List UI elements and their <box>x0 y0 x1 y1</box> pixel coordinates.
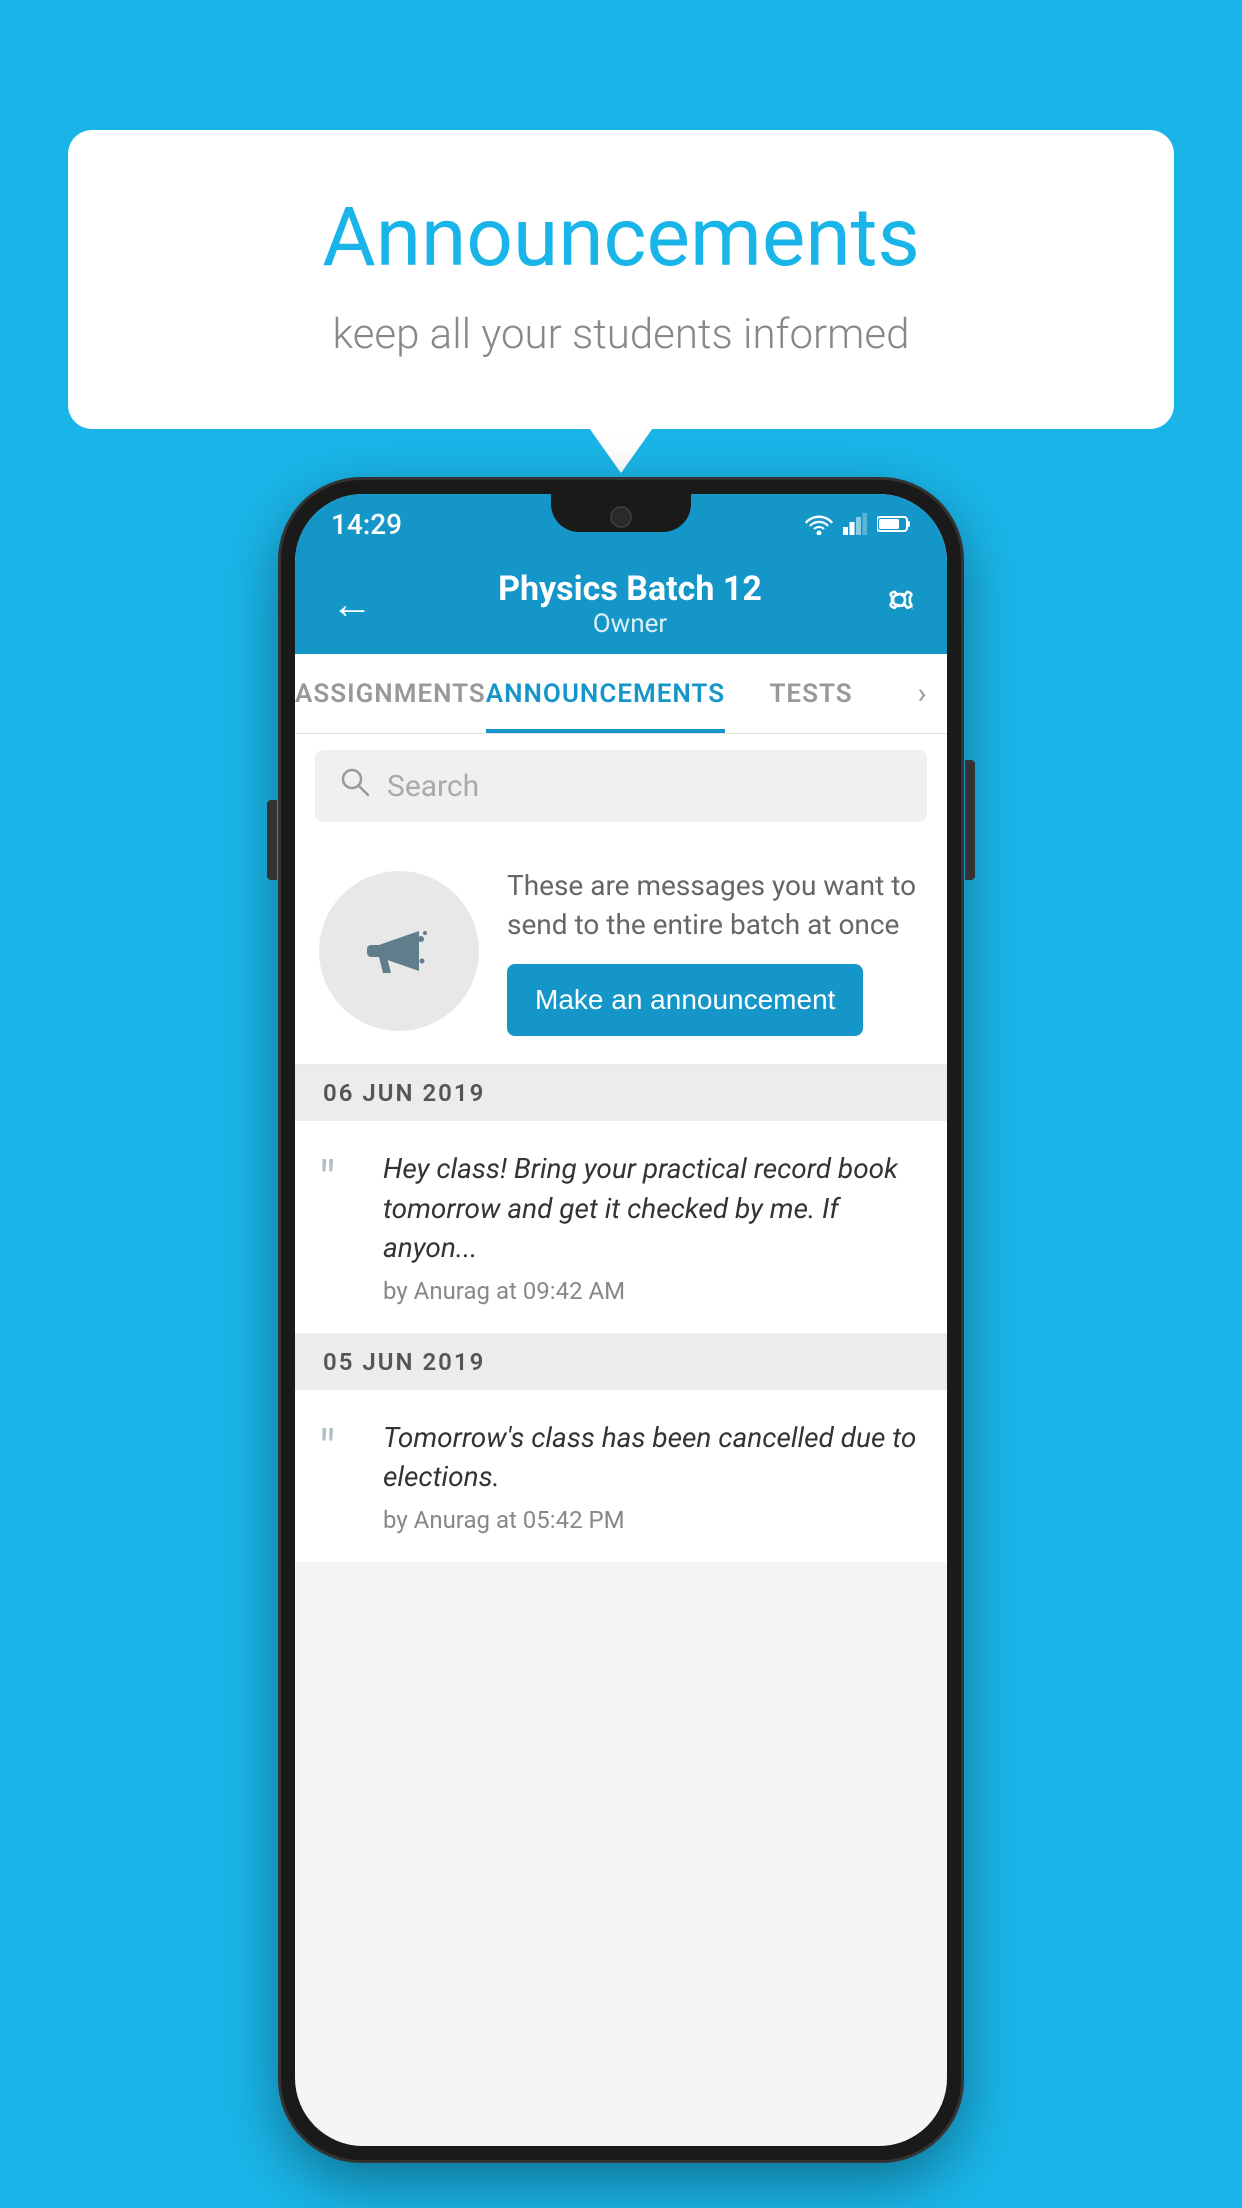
settings-button[interactable] <box>879 580 919 629</box>
app-bar: ← Physics Batch 12 Owner <box>295 554 947 654</box>
announcement-icon-circle <box>319 871 479 1031</box>
quote-icon-1: " <box>319 1149 363 1207</box>
announcement-text-1: Hey class! Bring your practical record b… <box>383 1149 923 1305</box>
phone-side-button <box>965 760 975 880</box>
gear-icon <box>879 580 919 620</box>
phone-screen: 14:29 <box>295 494 947 2146</box>
tab-assignments[interactable]: ASSIGNMENTS <box>295 654 486 733</box>
tab-announcements[interactable]: ANNOUNCEMENTS <box>486 654 725 733</box>
app-bar-title: Physics Batch 12 <box>381 569 879 609</box>
notch <box>551 494 691 532</box>
announcement-prompt: These are messages you want to send to t… <box>295 838 947 1065</box>
search-bar[interactable]: Search <box>315 750 927 822</box>
date-separator-1: 06 JUN 2019 <box>295 1065 947 1121</box>
battery-icon <box>877 515 911 533</box>
announcement-meta-1: by Anurag at 09:42 AM <box>383 1277 923 1305</box>
megaphone-icon <box>359 911 439 991</box>
signal-icon <box>843 513 867 535</box>
announcement-message-1: Hey class! Bring your practical record b… <box>383 1149 923 1267</box>
status-bar: 14:29 <box>295 494 947 554</box>
phone: 14:29 <box>281 480 961 2160</box>
announcement-item-1[interactable]: " Hey class! Bring your practical record… <box>295 1121 947 1334</box>
search-icon-svg <box>339 766 371 798</box>
tab-more[interactable]: › <box>897 676 947 711</box>
search-icon <box>339 766 371 806</box>
status-time: 14:29 <box>331 508 402 541</box>
status-icons <box>805 513 911 535</box>
speech-bubble-title: Announcements <box>148 190 1094 286</box>
speech-bubble-section: Announcements keep all your students inf… <box>68 130 1174 429</box>
app-bar-title-section: Physics Batch 12 Owner <box>381 569 879 639</box>
speech-bubble-subtitle: keep all your students informed <box>148 310 1094 359</box>
announcement-meta-2: by Anurag at 05:42 PM <box>383 1506 923 1534</box>
speech-bubble: Announcements keep all your students inf… <box>68 130 1174 429</box>
announcement-item-2[interactable]: " Tomorrow's class has been cancelled du… <box>295 1390 947 1562</box>
quote-icon-2: " <box>319 1418 363 1476</box>
phone-frame: 14:29 <box>281 480 961 2160</box>
search-placeholder: Search <box>387 769 479 804</box>
announcement-message-2: Tomorrow's class has been cancelled due … <box>383 1418 923 1496</box>
tab-tests[interactable]: TESTS <box>725 654 897 733</box>
wifi-icon <box>805 513 833 535</box>
tabs: ASSIGNMENTS ANNOUNCEMENTS TESTS › <box>295 654 947 734</box>
make-announcement-button[interactable]: Make an announcement <box>507 964 863 1036</box>
date-separator-2: 05 JUN 2019 <box>295 1334 947 1390</box>
app-bar-subtitle: Owner <box>381 609 879 639</box>
announcement-description: These are messages you want to send to t… <box>507 866 923 944</box>
back-button[interactable]: ← <box>323 572 381 637</box>
camera <box>610 506 632 528</box>
announcement-text-2: Tomorrow's class has been cancelled due … <box>383 1418 923 1534</box>
announcement-right: These are messages you want to send to t… <box>507 866 923 1036</box>
search-container: Search <box>295 734 947 838</box>
